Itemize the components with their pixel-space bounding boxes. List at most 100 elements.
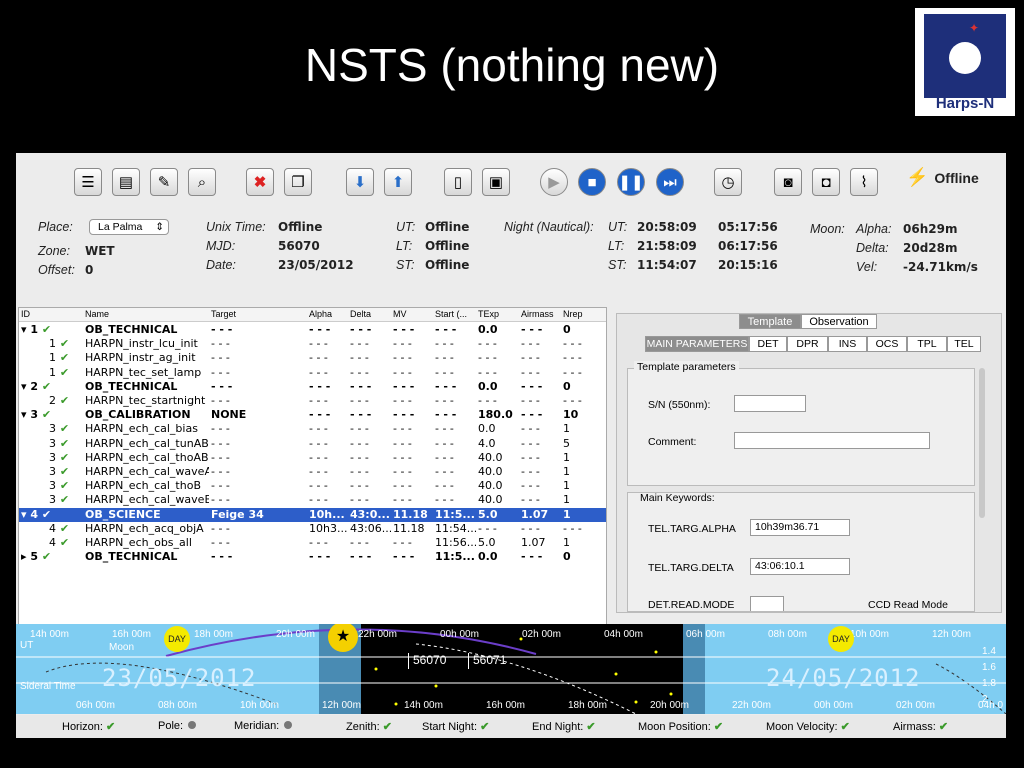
moon-label: Moon: [810,222,845,236]
check-icon: ✔ [56,337,70,351]
det-read-mode-select[interactable] [750,596,784,611]
table-row[interactable]: ▾ 2 ✔ OB_TECHNICAL - - - - - - - - - - - - - -… [19,380,606,394]
cell-name: OB_SCIENCE [85,507,161,521]
table-row[interactable]: 3 ✔ HARPN_ech_cal_waveAB - - -- - -- - -- … [19,465,606,479]
tel-targ-alpha-input[interactable]: 10h39m36.71 [750,519,850,536]
cell-alpha: - - - [309,323,331,336]
cell-name: HARPN_instr_ag_init [85,351,196,365]
ob-table[interactable]: ID Name Target Alpha Delta MV Start (... TExp Ai… [18,307,607,625]
st-value: Offline [425,258,470,272]
subtab-ocs[interactable]: OCS [867,336,907,352]
cell-name: HARPN_ech_cal_waveAB [85,465,209,478]
tel-targ-delta-input[interactable]: 43:06:10.1 [750,558,850,575]
cell-airmass: 1.07 [521,507,549,521]
table-row[interactable]: 1 ✔ HARPN_tec_set_lamp - - - - - - - - - - - … [19,366,606,380]
row-id: 2 ✔ [49,394,69,407]
column-header[interactable]: MV [393,309,407,319]
template-parameters-label: Template parameters [634,361,739,373]
check-icon: ✔ [38,507,52,521]
harps-n-logo: ✦ Harps-N [915,8,1015,116]
tab-template[interactable]: Template [739,314,801,329]
cell-texp: 40.0 [478,465,503,478]
check-icon: ✔ [56,394,70,407]
table-row[interactable]: 3 ✔ HARPN_ech_cal_waveB - - -- - -- - -- -… [19,493,606,507]
cell-alpha: - - - [309,422,328,436]
star-dot [634,700,638,704]
comment-input[interactable] [734,432,930,449]
tab-observation[interactable]: Observation [801,314,877,329]
expand-triangle-icon[interactable]: ▾ [21,323,30,336]
cell-alpha: - - - [309,351,328,365]
cell-start: - - - [435,337,454,351]
cell-texp: - - - [478,365,497,379]
cell-start: - - - [435,379,457,393]
column-header[interactable]: Target [211,309,236,319]
cell-start: - - - [435,408,457,422]
ut-hour-label: 08h 00m [768,629,807,640]
check-icon: ✔ [38,323,52,336]
column-header[interactable]: TExp [478,309,499,319]
subtab-det[interactable]: DET [749,336,787,352]
table-row[interactable]: 1 ✔ HARPN_instr_ag_init - - - - - - - - - - -… [19,351,606,365]
cell-airmass: - - - [521,422,540,436]
column-header[interactable]: ID [21,309,30,319]
row-id-value: 3 [49,479,56,493]
row-id: 3 ✔ [49,479,69,492]
check-icon: ✔ [56,493,70,507]
night-lt-start: 21:58:09 [637,239,697,253]
cell-start: - - - [435,365,454,379]
check-icon: ✔ [56,436,70,450]
table-row[interactable]: 1 ✔ HARPN_instr_lcu_init - - - - - - - - - - … [19,337,606,351]
cell-delta: - - - [350,465,369,478]
subtab-dpr[interactable]: DPR [787,336,828,352]
place-select[interactable]: La Palma ⇕ [89,219,169,235]
airmass-tick-3: 1.8 [982,678,996,689]
table-row[interactable]: 3 ✔ HARPN_ech_cal_thoAB - - -- - -- - -- -… [19,451,606,465]
expand-triangle-icon[interactable]: ▾ [21,508,30,521]
cell-target: - - - [211,379,233,393]
cell-airmass: - - - [521,351,540,365]
column-header[interactable]: Delta [350,309,371,319]
cell-delta: - - - [350,365,369,379]
cell-mv: - - - [393,450,412,464]
subtab-ins[interactable]: INS [828,336,867,352]
cell-alpha: - - - [309,493,328,507]
table-row[interactable]: ▸ 5 ✔ OB_TECHNICAL - - - - - - - - - - - - 11:… [19,550,606,564]
cell-start: - - - [435,394,454,407]
night-timeline[interactable]: 14h 00m 16h 00m 18h 00m 20h 00m 22h 00m 00h 0… [16,624,1006,714]
column-header[interactable]: Nrep [563,309,583,319]
column-header[interactable]: Alpha [309,309,332,319]
column-header[interactable]: Start (... [435,309,467,319]
sn-input[interactable] [734,395,806,412]
check-icon: ✔ [56,422,70,436]
cell-nrep: 0 [563,550,571,564]
day-badge-right: DAY [828,626,854,652]
table-row[interactable]: ▾ 1 ✔ OB_TECHNICAL - - - - - - - - - - - - - -… [19,323,606,337]
column-header[interactable]: Name [85,309,109,319]
table-row[interactable]: ▾ 3 ✔ OB_CALIBRATION NONE - - - - - - - - - - … [19,408,606,422]
table-row[interactable]: 3 ✔ HARPN_ech_cal_thoB - - - - - - - - - - - … [19,479,606,493]
tel-targ-alpha-label: TEL.TARG.ALPHA [648,523,736,535]
table-row[interactable]: 4 ✔ HARPN_ech_obs_all - - - - - - - - - - - -… [19,536,606,550]
table-row[interactable]: ▾ 4 ✔ OB_SCIENCE Feige 34 10h... 43:0... 11.1… [19,507,606,522]
subtab-tel[interactable]: TEL [947,336,981,352]
table-row[interactable]: 4 ✔ HARPN_ech_acq_objA - - - 10h3... 43:06..… [19,522,606,536]
expand-triangle-icon[interactable]: ▾ [21,380,30,393]
cell-delta: - - - [350,379,372,393]
row-id: ▾ 2 ✔ [21,380,51,393]
panel-scrollbar[interactable] [979,368,985,518]
subtab-main-parameters[interactable]: MAIN PARAMETERS [645,336,749,352]
column-header[interactable]: Airmass [521,309,554,319]
cell-start: 11:54... [435,521,476,535]
row-id-value: 5 [30,550,39,564]
cell-delta: - - - [350,351,369,365]
cell-nrep: - - - [563,337,582,351]
expand-triangle-icon[interactable]: ▸ [21,550,30,563]
table-row[interactable]: 3 ✔ HARPN_ech_cal_tunAB - - -- - -- - -- -… [19,437,606,451]
subtab-tpl[interactable]: TPL [907,336,947,352]
airmass-tick-1: 1.4 [982,646,996,657]
check-icon: ✔ [583,721,596,733]
table-row[interactable]: 2 ✔ HARPN_tec_startnight - - - - - - - - - - … [19,394,606,408]
table-row[interactable]: 3 ✔ HARPN_ech_cal_bias - - - - - - - - - - - … [19,422,606,436]
expand-triangle-icon[interactable]: ▾ [21,408,30,421]
